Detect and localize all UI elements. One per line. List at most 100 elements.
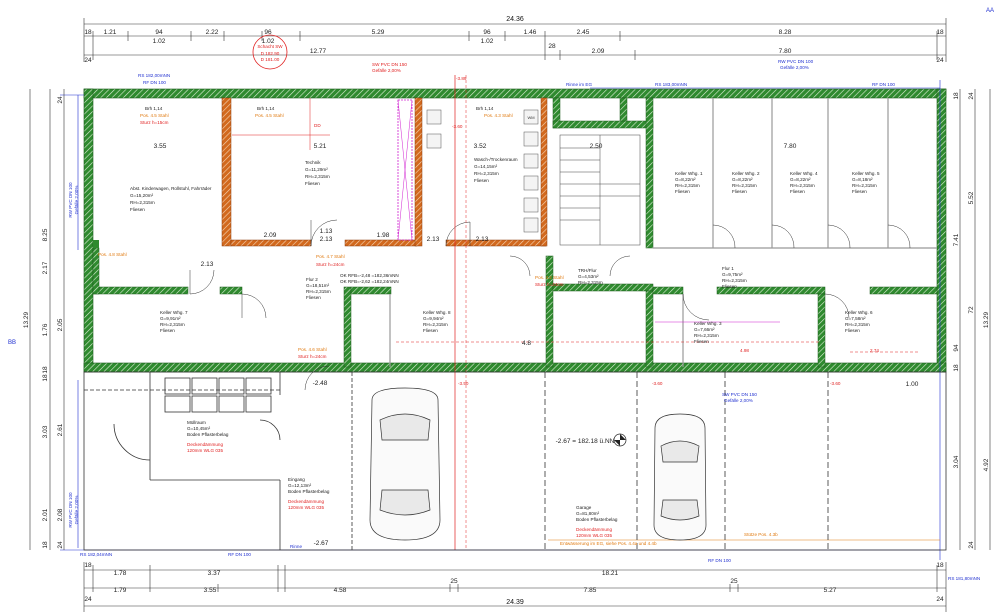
room-name: Garage: [576, 505, 592, 510]
right-dim: 3.04: [953, 455, 960, 468]
pos-label: Pos. 4.5 Stahl: [255, 113, 284, 118]
bottom-edge-dim: 18: [84, 562, 92, 569]
top-overall-dim: 24.36: [506, 16, 524, 23]
room-label: Keller Whg. 6 G=7,58m² RH=2,315m Fliesen: [845, 310, 873, 333]
room-label: Keller Whg. 5 G=8,18m² RH=2,315m Fliesen: [852, 171, 880, 194]
pipe-left-slope: Gefälle 2,00%: [74, 186, 79, 215]
pipe-left-2-slope: Gefälle 2,00%: [74, 496, 79, 525]
pipe-left: RW PVC DN 100: [68, 182, 73, 218]
room-name: Flur 1: [722, 266, 734, 271]
right-dim: 5.52: [968, 191, 975, 204]
room-area: G=14,15m²: [474, 164, 498, 169]
sturz-label: Sturz h=24cm: [298, 354, 327, 359]
bottom-dim-row2: 25: [450, 578, 458, 585]
room-floor: Fliesen: [722, 284, 737, 289]
top-edge-dim-left: 18: [84, 29, 92, 36]
top-dim-row2: 7.80: [779, 48, 792, 55]
room-height: RH=2,315m: [694, 333, 719, 338]
inner-dim: 3.52: [474, 143, 487, 150]
inner-dim: -2.67 = 182.18 ü.NN: [556, 438, 615, 445]
outer-walls: [83, 88, 947, 373]
room-label: Keller Whg. 7 G=9,91m² RH=2,315m Fliesen: [160, 310, 188, 333]
inner-dim: 2.13: [201, 261, 214, 268]
sturz-label: Sturz h=24cm: [535, 282, 564, 287]
pipe-lines: [60, 75, 941, 560]
room-label: Keller Whg. 8 G=9,94m² RH=2,315m Fliesen: [423, 310, 451, 333]
inner-dim: 5.21: [314, 143, 327, 150]
lower-outline: [83, 371, 947, 551]
room-area: G=9,75m²: [722, 272, 743, 277]
room-height: RH=2,315m: [722, 278, 747, 283]
brh-label: Brh 1,14: [476, 106, 494, 111]
rf-top-right: RF DN 100: [872, 82, 895, 87]
section-marker-bb: BB: [8, 340, 16, 346]
ok-rfb: OK RFB=-2,48 =182,36mNN: [340, 273, 399, 278]
room-area: G=15,20m²: [130, 193, 154, 198]
room-name: Flur 2: [306, 277, 318, 282]
pos-label: Pos. 4.6 Stahl: [298, 347, 327, 352]
sturz-label: Sturz h=15cm: [140, 120, 169, 125]
room-area: G=8,22m²: [732, 177, 753, 182]
level-marker-icon: [613, 433, 627, 447]
room-area: G=7,58m²: [845, 316, 866, 321]
room-height: RH=2,315m: [474, 171, 499, 176]
bottom-dim-row2: 7.85: [584, 587, 597, 594]
room-label: Abst. Kinderwagen, Rollstuhl, Fahrräder …: [130, 186, 212, 212]
rs-top-right: RS 183,00mNN: [655, 82, 687, 87]
room-name: Keller Whg. 2: [732, 171, 760, 176]
top-edge-dim-right: 18: [936, 29, 944, 36]
schacht-label: Schacht SW: [257, 44, 283, 49]
rs-bottom-left: RS 182,04mNN: [80, 552, 112, 557]
right-dim: 24: [968, 541, 975, 549]
room-label: Garage G=81,80m² Boden Pflasterbelag: [576, 505, 618, 522]
room-floor: Fliesen: [732, 189, 747, 194]
bottom-dim-row2: 3.55: [204, 587, 217, 594]
car-small: [653, 413, 707, 541]
room-label: Keller Whg. 4 G=8,22m² RH=2,315m Fliesen: [790, 171, 818, 194]
room-floor: Boden Pflasterbelag: [576, 517, 618, 522]
room-area: G=81,80m²: [576, 511, 600, 516]
room-name: Keller Whg. 5: [852, 171, 880, 176]
inner-dim: 1.98: [377, 232, 390, 239]
room-floor: Fliesen: [423, 328, 438, 333]
right-dim: 18: [953, 92, 960, 100]
insulation-note: 120mm WLG 035: [187, 448, 223, 453]
pipe-top-rw: RW PVC DN 100: [778, 59, 814, 64]
room-height: RH=2,315m: [845, 322, 870, 327]
top-dim: 94: [155, 29, 163, 36]
sturz-label: Sturz h=24cm: [316, 262, 345, 267]
left-dim: 3.03: [42, 425, 49, 438]
left-dim: 2.05: [57, 318, 64, 331]
room-label: Wasch-/Trockenraum G=14,15m² RH=2,315m F…: [474, 157, 518, 183]
left-dim: 18: [42, 374, 49, 382]
insulation-note: 120mm WLG 035: [288, 505, 324, 510]
floor-plan: 24.36 18 1.21 94 1.02 2.22 96 1.02 5.29 …: [8, 8, 994, 612]
room-label: Flur 1 G=9,75m² RH=2,315m Fliesen: [722, 266, 747, 289]
room-height: RH=2,315m: [305, 174, 330, 179]
room-height: RH=2,315m: [790, 183, 815, 188]
room-name: Müllraum: [187, 420, 206, 425]
rf-bottom-left: RF DN 100: [228, 552, 251, 557]
room-floor: Fliesen: [845, 328, 860, 333]
right-dim: 13.29: [983, 311, 990, 328]
pos-label: Pos. 4.7 Stahl: [316, 254, 345, 259]
bottom-edge-dim: 18: [936, 562, 944, 569]
left-dim: 24: [57, 541, 64, 549]
top-dim: 8.28: [779, 29, 792, 36]
level-red: 2.74: [870, 348, 879, 353]
brh-label: Brh 1,14: [257, 106, 275, 111]
room-name: Wasch-/Trockenraum: [474, 157, 518, 162]
left-dim: 8.25: [42, 228, 49, 241]
top-dim: 2.45: [577, 29, 590, 36]
pos-label: Pos. 4.5 Stahl: [140, 113, 169, 118]
room-area: G=12,13m²: [288, 483, 312, 488]
room-label: Flur 2 G=18,51m² RH=2,315m Fliesen: [306, 277, 331, 300]
bottom-dim-row2: 4.58: [334, 587, 347, 594]
room-height: RH=2,315m: [423, 322, 448, 327]
room-name: Keller Whg. 4: [790, 171, 818, 176]
room-name: Keller Whg. 7: [160, 310, 188, 315]
room-area: G=11,29m²: [305, 167, 328, 172]
left-dim: 1.76: [42, 323, 49, 336]
room-floor: Fliesen: [474, 178, 489, 183]
level-red: -3.60: [452, 124, 463, 129]
